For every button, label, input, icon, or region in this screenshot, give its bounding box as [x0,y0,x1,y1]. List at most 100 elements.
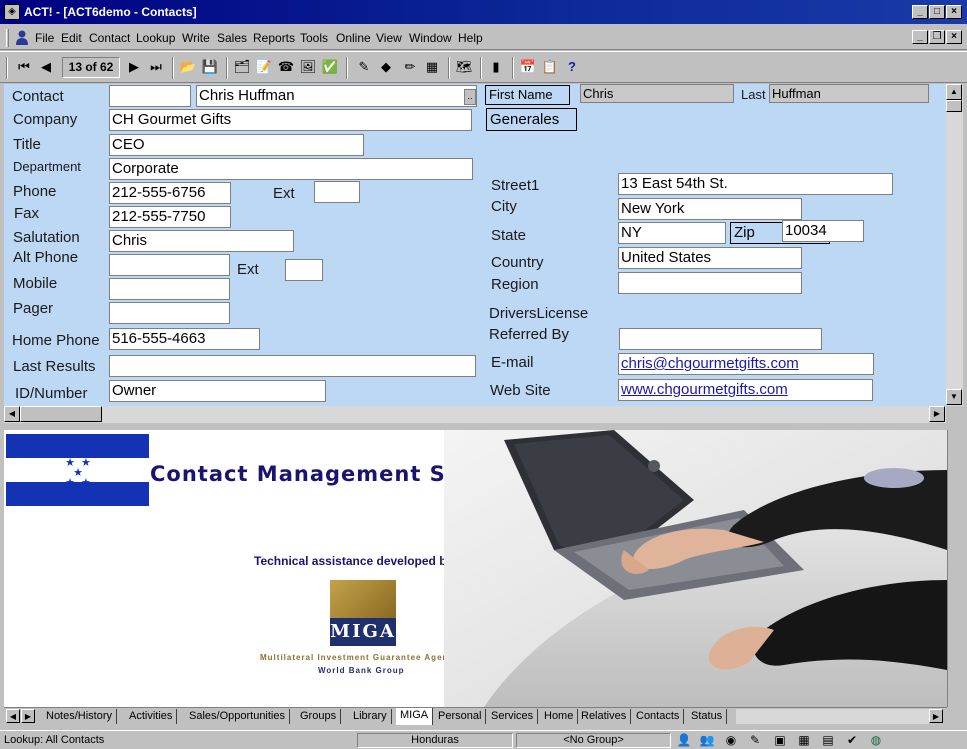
child-restore-button[interactable]: ❐ [929,30,945,44]
tab-home[interactable]: Home [540,709,579,724]
highlight-icon[interactable]: ✏ [400,57,420,77]
user-status-icon[interactable]: 👤 [676,733,692,748]
phone-icon[interactable]: ☎ [276,57,296,77]
contact-card-icon[interactable]: 🗂 [232,57,252,77]
mobile-field[interactable] [109,278,230,300]
scroll-left-icon[interactable]: ◀ [4,406,20,422]
country-field[interactable]: United States [618,247,802,269]
calendar-grid-icon[interactable]: ▦ [422,57,442,77]
group-badge[interactable]: Generales [486,108,577,131]
home-phone-field[interactable]: 516-555-4663 [109,328,260,350]
tab-library[interactable]: Library [349,709,392,724]
menu-edit[interactable]: Edit [61,31,82,45]
menu-window[interactable]: Window [409,31,452,45]
title-field[interactable]: CEO [109,134,364,156]
tab-relatives[interactable]: Relatives [577,709,632,724]
email-field[interactable]: chris@chgourmetgifts.com [618,353,874,375]
new-note-icon[interactable]: 📝 [254,57,274,77]
scroll-right-icon[interactable]: ▶ [929,406,945,422]
globe-status-icon[interactable]: ◉ [723,733,739,748]
zip-field[interactable]: 10034 [782,220,864,242]
salutation-field[interactable]: Chris [109,230,294,252]
open-folder-icon[interactable]: 📂 [178,57,198,77]
state-field[interactable]: NY [618,222,726,244]
first-name-field[interactable]: Chris [580,84,734,103]
id-number-field[interactable]: Owner [109,380,326,402]
menu-contact[interactable]: Contact [89,31,130,45]
palm-device-icon[interactable]: ▮ [486,57,506,77]
tab-groups[interactable]: Groups [296,709,342,724]
tab-personal[interactable]: Personal [434,709,487,724]
map-icon[interactable]: 🗺 [454,57,474,77]
menu-view[interactable]: View [376,31,402,45]
menu-file[interactable]: File [35,31,54,45]
tab-sales-opportunities[interactable]: Sales/Opportunities [185,709,290,724]
menu-sales[interactable]: Sales [217,31,247,45]
previous-record-icon[interactable]: ◀ [36,57,56,77]
street1-field[interactable]: 13 East 54th St. [618,173,893,195]
menu-tools[interactable]: Tools [300,31,328,45]
fax-field[interactable]: 212-555-7750 [109,206,231,228]
act-app-icon[interactable]: ◈ [4,4,20,20]
scroll-down-icon[interactable]: ▼ [946,389,962,405]
task-list-icon[interactable]: 📋 [540,57,560,77]
form-horizontal-scrollbar[interactable]: ◀ ▶ [4,406,946,423]
menu-reports[interactable]: Reports [253,31,295,45]
city-field[interactable]: New York [618,198,802,220]
alt-ext-field[interactable] [285,259,323,281]
help-icon[interactable]: ? [562,57,582,77]
scroll-up-icon[interactable]: ▲ [946,84,962,100]
meeting-icon[interactable]: 🖼 [298,57,318,77]
contact-prefix-field[interactable] [109,85,191,107]
first-record-icon[interactable]: ⏮ [14,57,34,77]
tab-notes-history[interactable]: Notes/History [42,709,118,724]
users-status-icon[interactable]: 👥 [699,733,715,748]
edit-status-icon[interactable]: ✎ [747,733,763,748]
contact-lookup-button[interactable]: .. [464,89,476,105]
eraser-icon[interactable]: ◆ [376,57,396,77]
tab-scroll-left-icon[interactable]: ◀ [6,709,20,723]
minimize-button[interactable]: _ [912,5,928,19]
tab-contacts[interactable]: Contacts [632,709,685,724]
contact-field[interactable]: Chris Huffman [196,85,477,107]
tab-bar-scroll-track[interactable] [736,709,929,724]
last-record-icon[interactable]: ⏭ [146,57,166,77]
last-results-field[interactable] [109,355,476,377]
tab-miga[interactable]: MIGA [396,708,434,725]
ext-field[interactable] [314,181,360,203]
referred-by-field[interactable] [619,328,822,350]
network-status-icon[interactable]: ◍ [868,733,884,748]
save-icon[interactable]: 💾 [200,57,220,77]
last-name-field[interactable]: Huffman [769,84,929,103]
alt-phone-field[interactable] [109,254,230,276]
tasks-status-icon[interactable]: ✔ [844,733,860,748]
calendar-icon[interactable]: 📅 [518,57,538,77]
next-record-icon[interactable]: ▶ [124,57,144,77]
tab-activities[interactable]: Activities [125,709,178,724]
menu-help[interactable]: Help [458,31,483,45]
menu-lookup[interactable]: Lookup [136,31,175,45]
web-site-field[interactable]: www.chgourmetgifts.com [618,379,873,401]
pager-field[interactable] [109,302,230,324]
vertical-scroll-thumb[interactable] [946,100,962,112]
menu-write[interactable]: Write [182,31,210,45]
grid-status-icon[interactable]: ▦ [796,733,812,748]
banner-scrollbar[interactable] [947,430,963,707]
form-vertical-scrollbar[interactable]: ▲ ▼ [946,84,963,406]
no-group-status[interactable]: <No Group> [516,733,671,748]
tab-bar-scroll-right-icon[interactable]: ▶ [929,709,943,723]
group-filter-status[interactable]: Honduras [357,733,513,748]
menu-online[interactable]: Online [336,31,371,45]
phone-field[interactable]: 212-555-6756 [109,182,231,204]
child-close-button[interactable]: × [946,30,962,44]
calendar-status-icon[interactable]: ▤ [820,733,836,748]
horizontal-scroll-thumb[interactable] [20,406,102,422]
window-status-icon[interactable]: ▣ [772,733,788,748]
close-button[interactable]: × [946,5,962,19]
company-field[interactable]: CH Gourmet Gifts [109,109,472,131]
todo-icon[interactable]: ✅ [320,57,340,77]
department-field[interactable]: Corporate [109,158,473,180]
tab-scroll-right-icon[interactable]: ▶ [21,709,35,723]
region-field[interactable] [618,272,802,294]
child-minimize-button[interactable]: _ [912,30,928,44]
